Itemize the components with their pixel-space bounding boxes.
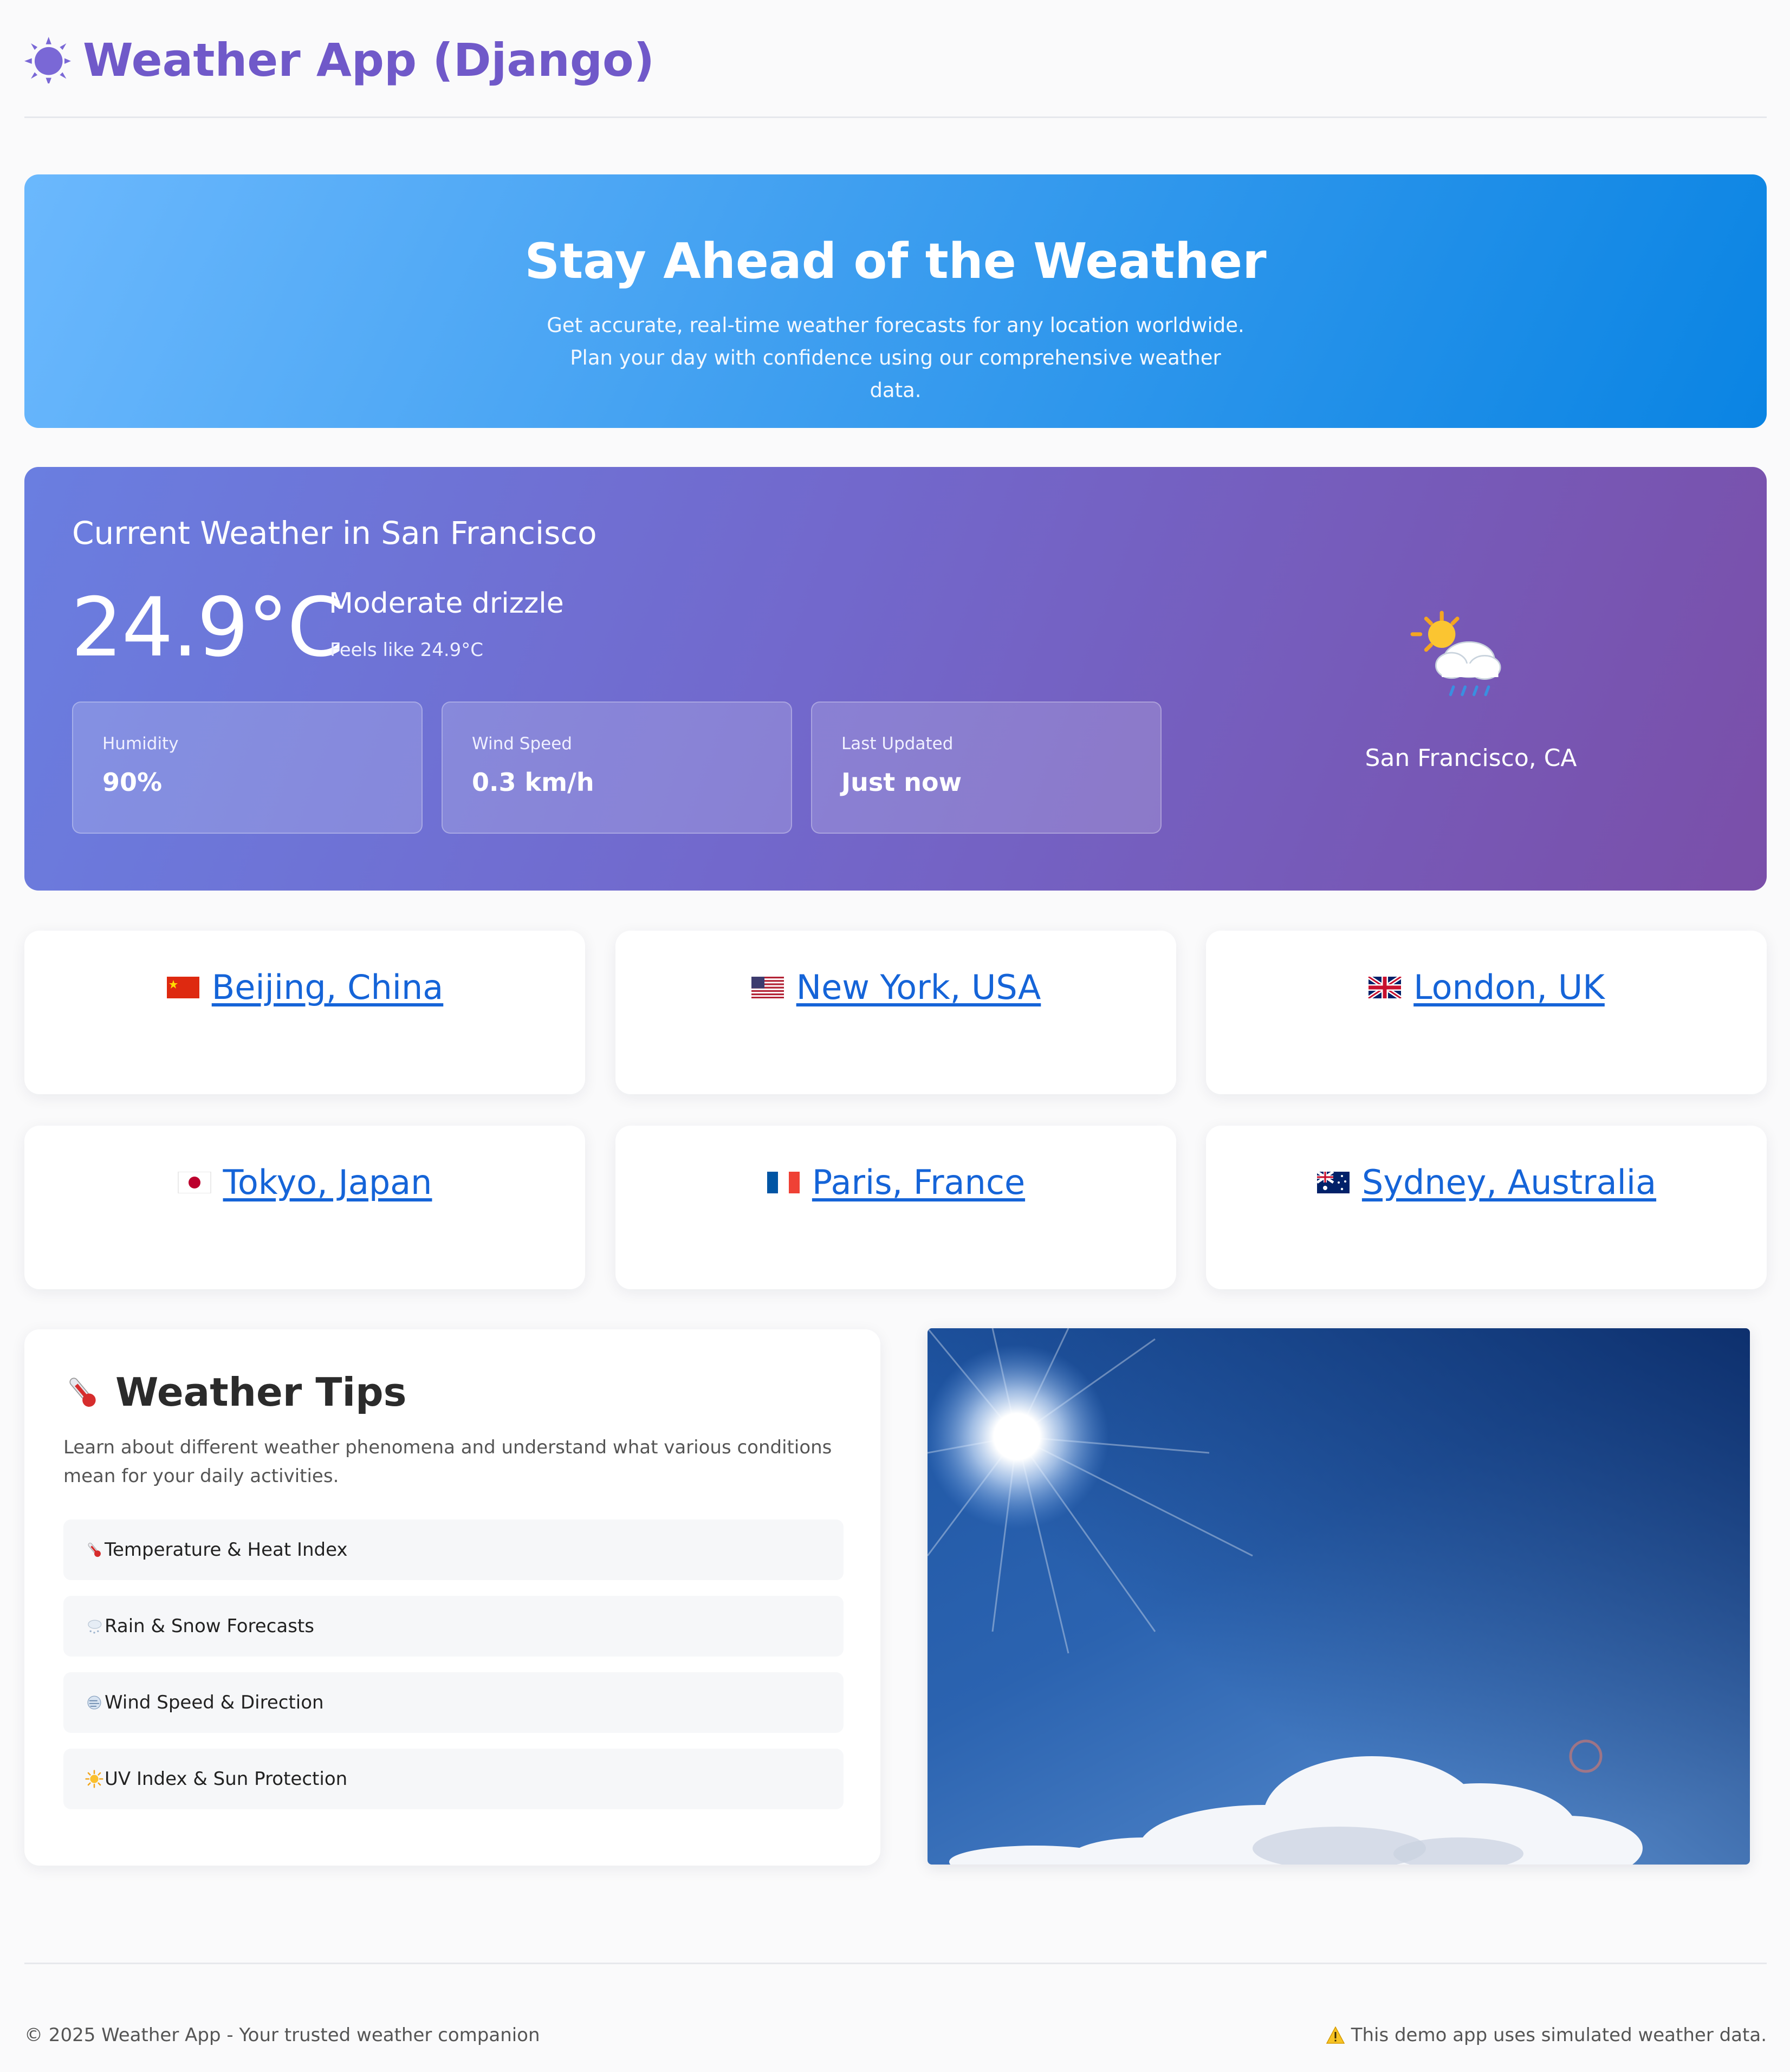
tips-description: Learn about different weather phenomena … <box>63 1437 832 1487</box>
thermometer-icon <box>88 1543 101 1557</box>
cloud-snow-icon <box>88 1620 102 1634</box>
app-title-text: Weather App (Django) <box>83 34 655 87</box>
city-link-beijing[interactable]: Beijing, China <box>166 967 444 1007</box>
feels-like-text: Feels like 24.9°C <box>330 639 484 661</box>
wind-face-icon <box>87 1696 101 1710</box>
weather-tips-card: Weather Tips Learn about different weath… <box>24 1329 880 1866</box>
weather-condition: Moderate drizzle <box>329 587 564 620</box>
tip-temperature[interactable]: Temperature & Heat Index <box>63 1519 844 1580</box>
stat-value: Just now <box>841 768 962 797</box>
tip-label: Wind Speed & Direction <box>105 1692 324 1713</box>
stat-value: 0.3 km/h <box>472 768 594 797</box>
city-link-london[interactable]: London, UK <box>1368 967 1605 1007</box>
hero-banner: Stay Ahead of the Weather Get accurate, … <box>24 174 1767 428</box>
city-card-new-york: New York, USA <box>615 931 1176 1094</box>
thermometer-icon <box>69 1378 96 1407</box>
sun-behind-rain-cloud-icon <box>1410 610 1501 697</box>
city-label: Tokyo, Japan <box>223 1162 432 1202</box>
app-title[interactable]: Weather App (Django) <box>24 34 654 87</box>
city-link-paris[interactable]: Paris, France <box>767 1162 1025 1202</box>
uk-flag-icon <box>1368 976 1402 998</box>
tips-title-text: Weather Tips <box>115 1369 407 1415</box>
stat-label: Humidity <box>102 734 179 754</box>
city-card-sydney: Sydney, Australia <box>1206 1126 1767 1289</box>
city-label: Beijing, China <box>211 967 444 1007</box>
current-weather-card: Current Weather in San Francisco 24.9°C … <box>24 467 1767 891</box>
tip-label: Rain & Snow Forecasts <box>105 1615 314 1637</box>
australia-flag-icon <box>1316 1171 1350 1193</box>
city-card-london: London, UK <box>1206 931 1767 1094</box>
warning-icon <box>1326 2026 1345 2044</box>
city-label: Paris, France <box>812 1162 1026 1202</box>
usa-flag-icon <box>751 976 784 998</box>
site-footer: © 2025 Weather App - Your trusted weathe… <box>24 1963 1767 2072</box>
location-label: San Francisco, CA <box>1365 744 1577 772</box>
tip-label: Temperature & Heat Index <box>105 1539 348 1561</box>
japan-flag-icon <box>177 1171 211 1193</box>
france-flag-icon <box>767 1171 800 1193</box>
city-label: New York, USA <box>796 967 1041 1007</box>
sky-photo-image <box>928 1328 1750 1865</box>
city-card-tokyo: Tokyo, Japan <box>24 1126 585 1289</box>
stat-label: Last Updated <box>841 734 954 754</box>
sun-icon <box>85 1770 103 1788</box>
stat-label: Wind Speed <box>472 734 572 754</box>
wind-speed-stat: Wind Speed 0.3 km/h <box>442 702 792 834</box>
china-flag-icon <box>166 976 199 998</box>
stat-value: 90% <box>102 768 163 797</box>
city-label: Sydney, Australia <box>1361 1162 1657 1202</box>
footer-copyright: © 2025 Weather App - Your trusted weathe… <box>24 2024 540 2046</box>
footer-notice-text: This demo app uses simulated weather dat… <box>1351 2024 1767 2046</box>
current-weather-heading: Current Weather in San Francisco <box>72 515 597 551</box>
city-link-sydney[interactable]: Sydney, Australia <box>1316 1162 1656 1202</box>
humidity-stat: Humidity 90% <box>72 702 423 834</box>
city-link-new-york[interactable]: New York, USA <box>751 967 1041 1007</box>
tip-uv-index[interactable]: UV Index & Sun Protection <box>63 1749 844 1809</box>
last-updated-stat: Last Updated Just now <box>811 702 1162 834</box>
footer-notice: This demo app uses simulated weather dat… <box>1326 2024 1767 2046</box>
weather-tips-title: Weather Tips <box>63 1369 407 1415</box>
hero-description: Get accurate, real-time weather forecast… <box>547 314 1244 402</box>
sun-icon <box>24 37 71 83</box>
city-link-tokyo[interactable]: Tokyo, Japan <box>177 1162 432 1202</box>
sky-photo <box>928 1328 1750 1865</box>
city-card-paris: Paris, France <box>615 1126 1176 1289</box>
hero-title: Stay Ahead of the Weather <box>524 233 1267 290</box>
tip-label: UV Index & Sun Protection <box>105 1768 348 1790</box>
tip-wind[interactable]: Wind Speed & Direction <box>63 1672 844 1733</box>
city-label: London, UK <box>1413 967 1605 1007</box>
site-header: Weather App (Django) <box>24 0 1767 118</box>
city-card-beijing: Beijing, China <box>24 931 585 1094</box>
tip-rain-snow[interactable]: Rain & Snow Forecasts <box>63 1596 844 1657</box>
temperature-value: 24.9°C <box>71 581 344 675</box>
